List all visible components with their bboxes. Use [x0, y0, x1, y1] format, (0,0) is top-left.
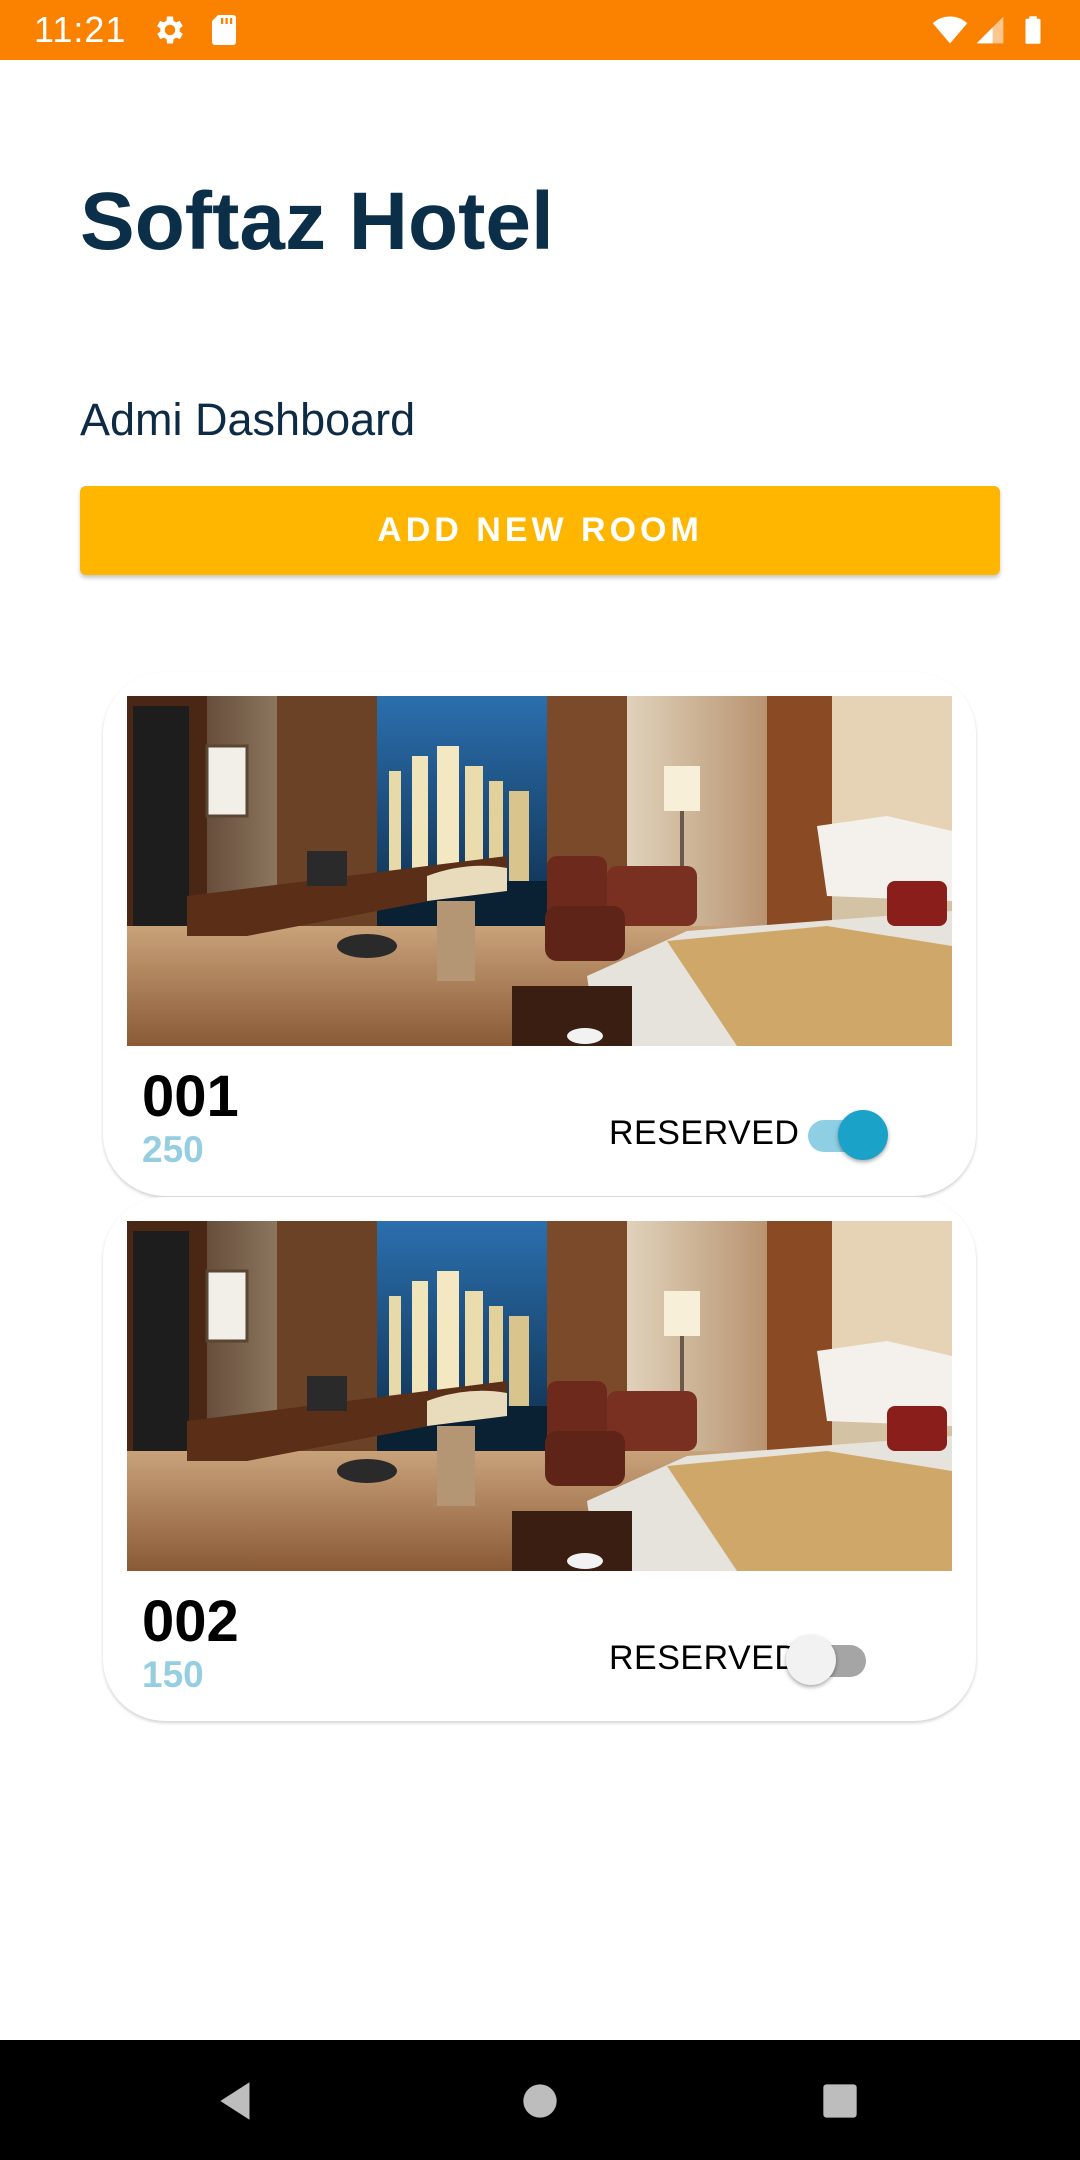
toggle-thumb — [786, 1635, 836, 1685]
status-time: 11:21 — [34, 9, 127, 50]
add-new-room-button[interactable]: ADD NEW ROOM — [80, 486, 1000, 575]
room-card[interactable]: 001 250 RESERVED — [103, 672, 976, 1196]
reserved-label: RESERVED — [609, 1639, 800, 1677]
room-card[interactable]: 002 150 RESERVED — [103, 1197, 976, 1721]
page-title: Softaz Hotel — [80, 176, 554, 267]
room-photo — [127, 696, 952, 1046]
navigation-bar — [0, 2040, 1080, 2160]
room-photo — [127, 1221, 952, 1571]
toggle-thumb — [838, 1110, 888, 1160]
reserved-toggle[interactable] — [800, 1108, 890, 1162]
reserved-label: RESERVED — [609, 1114, 800, 1152]
room-price: 150 — [142, 1654, 204, 1695]
reserved-toggle[interactable] — [786, 1633, 876, 1687]
status-bar: 11:21 — [0, 0, 1080, 60]
back-icon[interactable] — [212, 2076, 262, 2126]
battery-icon — [1018, 12, 1048, 48]
page-subtitle: Admi Dashboard — [80, 394, 416, 445]
home-icon[interactable] — [515, 2076, 565, 2126]
sd-card-icon — [206, 12, 242, 48]
wifi-icon — [930, 12, 970, 48]
settings-icon — [152, 12, 188, 48]
recents-icon[interactable] — [815, 2076, 865, 2126]
room-price: 250 — [142, 1129, 204, 1170]
room-number: 001 — [142, 1064, 239, 1129]
signal-icon — [974, 12, 1006, 48]
screen: 11:21 Softaz Hotel Admi Dashboard ADD NE… — [0, 0, 1080, 2160]
room-number: 002 — [142, 1589, 239, 1654]
